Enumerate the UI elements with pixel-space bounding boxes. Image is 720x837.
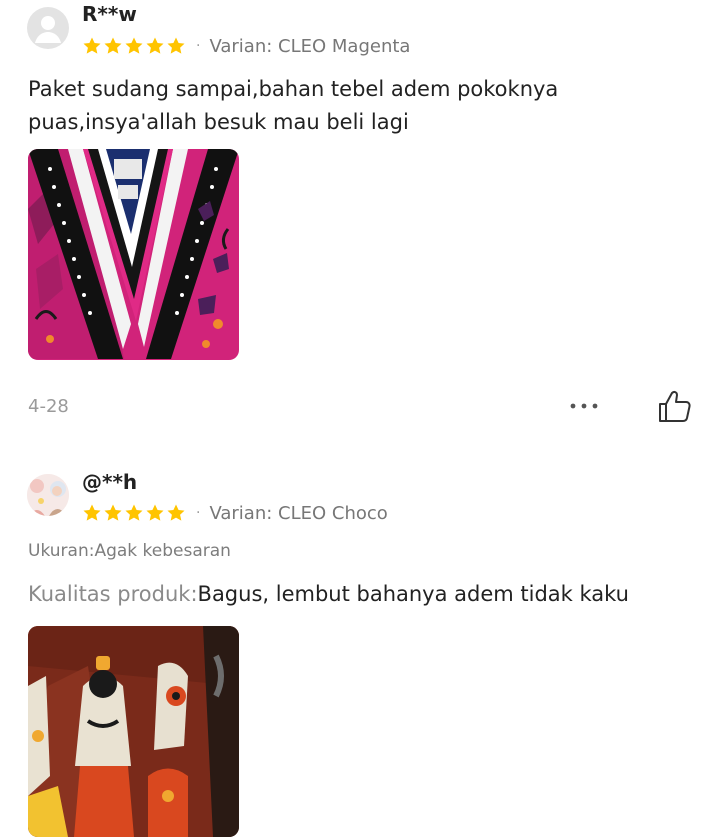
star-rating xyxy=(82,36,186,56)
review-text: Paket sudang sampai,bahan tebel adem pok… xyxy=(28,77,559,134)
reviewer-username: R**w xyxy=(82,2,137,26)
thumbs-up-icon[interactable] xyxy=(655,388,693,426)
star-icon xyxy=(166,36,186,56)
more-options-icon[interactable] xyxy=(567,394,601,418)
variant-label: Varian: CLEO Magenta xyxy=(209,35,411,57)
star-rating xyxy=(82,503,186,523)
review-item: R**w · Varian: CLEO Magenta Paket sudang… xyxy=(0,0,720,450)
star-icon xyxy=(82,503,102,523)
size-attribute: Ukuran:Agak kebesaran xyxy=(28,541,231,561)
review-date: 4-28 xyxy=(28,396,69,417)
star-icon xyxy=(82,36,102,56)
quality-attribute: Kualitas produk:Bagus, lembut bahanya ad… xyxy=(28,582,629,606)
star-icon xyxy=(103,503,123,523)
star-icon xyxy=(166,503,186,523)
star-icon xyxy=(124,503,144,523)
variant-label: Varian: CLEO Choco xyxy=(209,502,388,524)
star-icon xyxy=(124,36,144,56)
quality-value: Bagus, lembut bahanya adem tidak kaku xyxy=(197,582,629,606)
star-icon xyxy=(103,36,123,56)
quality-key: Kualitas produk: xyxy=(28,582,198,606)
rating-row: · Varian: CLEO Choco xyxy=(82,500,388,526)
separator-dot: · xyxy=(196,38,201,54)
separator-dot: · xyxy=(196,505,201,521)
review-photo[interactable] xyxy=(28,149,239,360)
rating-row: · Varian: CLEO Magenta xyxy=(82,33,410,59)
star-icon xyxy=(145,36,165,56)
star-icon xyxy=(145,503,165,523)
reviewer-username: @**h xyxy=(82,470,138,494)
user-profile-photo[interactable] xyxy=(27,474,69,516)
review-item: @**h · Varian: CLEO Choco Ukuran:Agak ke… xyxy=(0,450,720,837)
review-photo[interactable] xyxy=(28,626,239,837)
default-user-avatar-icon[interactable] xyxy=(27,7,69,49)
